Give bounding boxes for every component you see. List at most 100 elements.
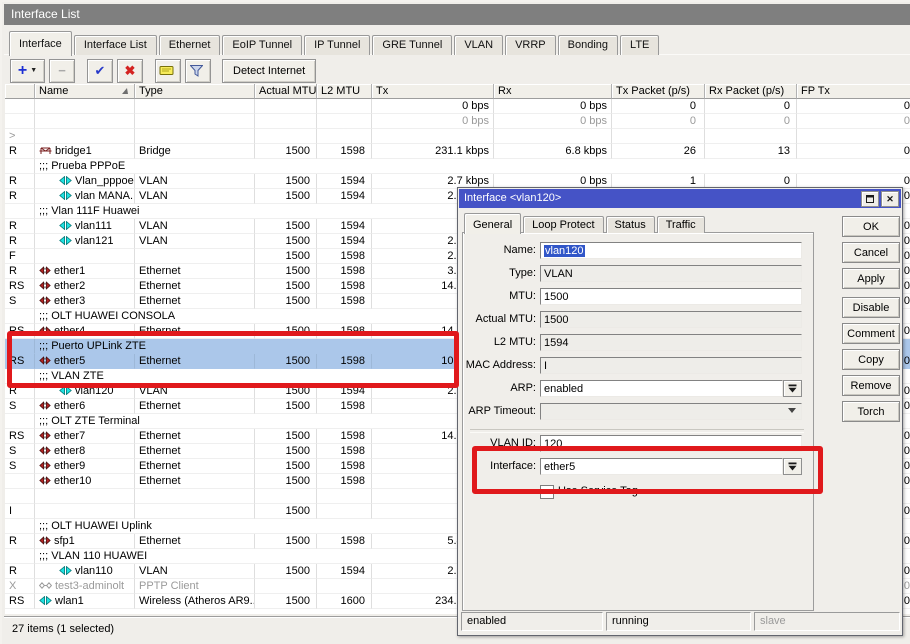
flag-cell: RS (5, 594, 35, 609)
tab-interface-list[interactable]: Interface List (74, 35, 157, 55)
bridge-icon (39, 146, 52, 155)
table-row-blank[interactable]: 0 bps0 bps000 (5, 99, 910, 114)
column-header-name[interactable]: Name (35, 84, 135, 99)
table-row-blank[interactable]: > (5, 129, 910, 144)
name-cell: ether6 (35, 399, 135, 414)
flag-cell: RS (5, 324, 35, 339)
flag-cell: RS (5, 279, 35, 294)
tx-cell: 231.1 kbps (372, 144, 494, 159)
flag-cell: R (5, 564, 35, 579)
rx-packet-cell (705, 129, 797, 144)
interface-dropdown-button[interactable] (783, 458, 802, 475)
type-cell: Ethernet (135, 534, 255, 549)
ok-button[interactable]: OK (842, 216, 900, 237)
flag-cell (5, 519, 35, 534)
column-header-l2-mtu[interactable]: L2 MTU (317, 84, 372, 99)
tab-vrrp[interactable]: VRRP (505, 35, 556, 55)
dialog-tab-traffic[interactable]: Traffic (657, 216, 705, 233)
name-field[interactable]: vlan120 (540, 242, 802, 259)
column-header-rx[interactable]: Rx (494, 84, 612, 99)
filter-button[interactable] (185, 59, 211, 83)
name-cell: test3-adminolt (35, 579, 135, 594)
l2-mtu-cell: 1594 (317, 564, 372, 579)
torch-button[interactable]: Torch (842, 401, 900, 422)
l2-mtu-cell: 1600 (317, 594, 372, 609)
tab-bonding[interactable]: Bonding (558, 35, 618, 55)
detect-internet-button[interactable]: Detect Internet (222, 59, 316, 83)
interface-select[interactable]: ether5 (540, 458, 783, 475)
enable-button[interactable]: ✔ (87, 59, 113, 83)
column-header-actual-mtu[interactable]: Actual MTU (255, 84, 317, 99)
cancel-button[interactable]: Cancel (842, 242, 900, 263)
column-header-tx-packet-p-s[interactable]: Tx Packet (p/s) (612, 84, 705, 99)
add-button[interactable]: + ▼ (10, 59, 45, 83)
vlan-icon (59, 191, 72, 200)
l2-mtu-cell (317, 114, 372, 129)
flag-cell (5, 99, 35, 114)
flag-cell: R (5, 534, 35, 549)
copy-button[interactable]: Copy (842, 349, 900, 370)
table-row-comment-prueba-pppoe[interactable]: ;;; Prueba PPPoE (5, 159, 910, 174)
tx-cell: 0 bps (372, 114, 494, 129)
close-icon[interactable]: ✕ (881, 191, 899, 207)
vlan-id-field[interactable]: 120 (540, 435, 802, 452)
disable-button[interactable]: ✖ (117, 59, 143, 83)
arp-dropdown-button[interactable] (783, 380, 802, 397)
comment-button[interactable] (155, 59, 181, 83)
name-cell (35, 504, 135, 519)
tab-lte[interactable]: LTE (620, 35, 659, 55)
mac-address-field[interactable]: I (540, 357, 802, 374)
interface-dialog: Interface <vlan120> ✕ GeneralLoop Protec… (457, 187, 903, 636)
tx-packet-cell (612, 129, 705, 144)
dialog-tab-loop-protect[interactable]: Loop Protect (523, 216, 603, 233)
tab-eoip-tunnel[interactable]: EoIP Tunnel (222, 35, 302, 55)
dialog-tab-status[interactable]: Status (606, 216, 655, 233)
type-cell: Ethernet (135, 444, 255, 459)
ethernet-icon (39, 431, 51, 440)
arp-select[interactable]: enabled (540, 380, 783, 397)
tab-vlan[interactable]: VLAN (454, 35, 503, 55)
column-header-blank[interactable] (5, 84, 35, 99)
l2-mtu-cell: 1594 (317, 219, 372, 234)
use-service-tag-checkbox[interactable] (540, 485, 554, 499)
table-row-blank[interactable]: 0 bps0 bps000 (5, 114, 910, 129)
column-header-tx[interactable]: Tx (372, 84, 494, 99)
flag-cell (5, 114, 35, 129)
tab-ethernet[interactable]: Ethernet (159, 35, 221, 55)
vlan-icon (59, 566, 72, 575)
chevron-down-icon: ▼ (30, 67, 37, 74)
main-window-titlebar[interactable]: Interface List (4, 4, 910, 25)
maximize-button[interactable] (861, 191, 879, 207)
type-cell: Ethernet (135, 294, 255, 309)
actual-mtu-cell: 1500 (255, 459, 317, 474)
apply-button[interactable]: Apply (842, 268, 900, 289)
type-cell (135, 249, 255, 264)
l2-mtu-cell: 1598 (317, 279, 372, 294)
tab-interface[interactable]: Interface (9, 31, 72, 56)
tab-ip-tunnel[interactable]: IP Tunnel (304, 35, 370, 55)
type-cell: Ethernet (135, 399, 255, 414)
l2-mtu-cell: 1598 (317, 474, 372, 489)
name-cell: ether8 (35, 444, 135, 459)
dialog-titlebar[interactable]: Interface <vlan120> (459, 189, 901, 208)
type-label: Type: (464, 265, 536, 282)
ethernet-icon (39, 536, 51, 545)
column-header-fp-tx[interactable]: FP Tx (797, 84, 910, 99)
flag-cell (5, 414, 35, 429)
l2-mtu-cell: 1598 (317, 249, 372, 264)
comment-button[interactable]: Comment (842, 323, 900, 344)
name-cell: vlan120 (35, 384, 135, 399)
table-row-bridge1[interactable]: Rbridge1Bridge15001598231.1 kbps6.8 kbps… (5, 144, 910, 159)
remove-button[interactable]: − (49, 59, 75, 83)
disable-button[interactable]: Disable (842, 297, 900, 318)
mtu-field[interactable]: 1500 (540, 288, 802, 305)
mtu-label: MTU: (464, 288, 536, 305)
type-cell: PPTP Client (135, 579, 255, 594)
l2-mtu-label: L2 MTU: (464, 334, 536, 351)
tab-gre-tunnel[interactable]: GRE Tunnel (372, 35, 452, 55)
column-header-type[interactable]: Type (135, 84, 255, 99)
table-header: NameTypeActual MTUL2 MTUTxRxTx Packet (p… (5, 84, 910, 99)
remove-button[interactable]: Remove (842, 375, 900, 396)
dialog-tab-general[interactable]: General (464, 213, 521, 234)
column-header-rx-packet-p-s[interactable]: Rx Packet (p/s) (705, 84, 797, 99)
